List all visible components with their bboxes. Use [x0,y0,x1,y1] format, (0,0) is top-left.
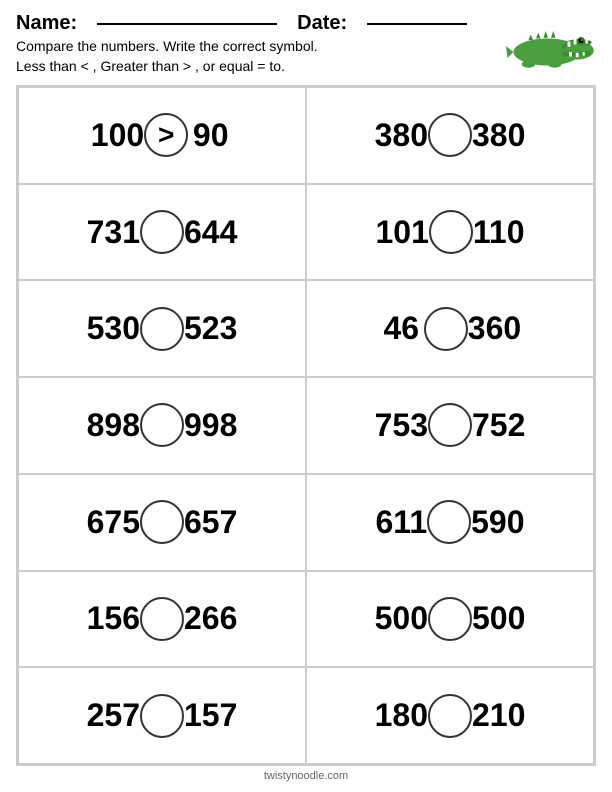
header: Name: Date: Compare the numbers. Write t… [16,12,596,77]
symbol-circle-row4-left[interactable] [140,500,184,544]
symbol-circle-row2-right[interactable] [424,307,468,351]
name-date-row: Name: Date: [16,12,496,35]
symbol-circle-row3-right[interactable] [428,403,472,447]
num-row3-right-1: 753 [375,407,428,444]
symbol-circle-row1-right[interactable] [429,210,473,254]
cell-row3-left: 898 998 [18,377,306,474]
num-row2-left-1: 530 [87,310,140,347]
cell-row5-right: 500 500 [306,571,594,668]
date-line[interactable] [367,23,467,25]
instructions-line1: Compare the numbers. Write the correct s… [16,37,496,57]
footer-url: twistynoodle.com [264,770,348,782]
cell-row6-right: 180 210 [306,667,594,764]
cell-row5-left: 156 266 [18,571,306,668]
cell-row6-left: 257 157 [18,667,306,764]
name-label: Name: [16,12,77,35]
num-row6-left-1: 257 [87,697,140,734]
num-row6-right-2: 210 [472,697,525,734]
instructions: Compare the numbers. Write the correct s… [16,37,496,76]
num-row4-right-2: 590 [471,504,524,541]
cell-row1-right: 101 110 [306,184,594,281]
name-line[interactable] [97,23,277,25]
num-row2-right-2: 360 [468,310,521,347]
cell-row2-left: 530 523 [18,280,306,377]
num-row0-right-1: 380 [375,117,428,154]
num-row6-right-1: 180 [375,697,428,734]
symbol-circle-row0-left[interactable]: > [144,113,188,157]
num-row4-left-1: 675 [87,504,140,541]
symbol-circle-row4-right[interactable] [427,500,471,544]
symbol-circle-row1-left[interactable] [140,210,184,254]
symbol-circle-row0-right[interactable] [428,113,472,157]
symbol-circle-row5-right[interactable] [428,597,472,641]
footer: twistynoodle.com [16,766,596,784]
num-row2-right-1: 46 [379,310,424,347]
comparison-grid: 100 >90 380 380 731 644 101 110 530 523 46 360 898 99… [16,85,596,766]
symbol-filled: > [158,119,174,151]
cell-row0-left: 100 >90 [18,87,306,184]
num-row0-left-1: 100 [91,117,144,154]
num-row1-right-2: 110 [473,214,525,251]
header-left: Name: Date: Compare the numbers. Write t… [16,12,496,76]
symbol-circle-row6-right[interactable] [428,694,472,738]
num-row5-right-1: 500 [375,600,428,637]
num-row5-left-2: 266 [184,600,237,637]
num-row0-right-2: 380 [472,117,525,154]
symbol-circle-row3-left[interactable] [140,403,184,447]
instructions-line2: Less than < , Greater than > , or equal … [16,57,496,77]
num-row4-left-2: 657 [184,504,237,541]
num-row6-left-2: 157 [184,697,237,734]
date-label: Date: [297,12,347,35]
num-row3-left-1: 898 [87,407,140,444]
page: Name: Date: Compare the numbers. Write t… [0,0,612,792]
num-row1-left-2: 644 [184,214,237,251]
num-row1-left-1: 731 [87,214,140,251]
cell-row4-left: 675 657 [18,474,306,571]
num-row5-right-2: 500 [472,600,525,637]
cell-row1-left: 731 644 [18,184,306,281]
symbol-circle-row6-left[interactable] [140,694,184,738]
num-row3-left-2: 998 [184,407,237,444]
num-row2-left-2: 523 [184,310,237,347]
cell-row3-right: 753 752 [306,377,594,474]
alligator-image [506,12,596,77]
num-row0-left-2: 90 [188,117,233,154]
symbol-circle-row5-left[interactable] [140,597,184,641]
cell-row0-right: 380 380 [306,87,594,184]
num-row3-right-2: 752 [472,407,525,444]
num-row4-right-1: 611 [375,504,427,541]
num-row1-right-1: 101 [375,214,428,251]
num-row5-left-1: 156 [87,600,140,637]
cell-row4-right: 611 590 [306,474,594,571]
cell-row2-right: 46 360 [306,280,594,377]
symbol-circle-row2-left[interactable] [140,307,184,351]
